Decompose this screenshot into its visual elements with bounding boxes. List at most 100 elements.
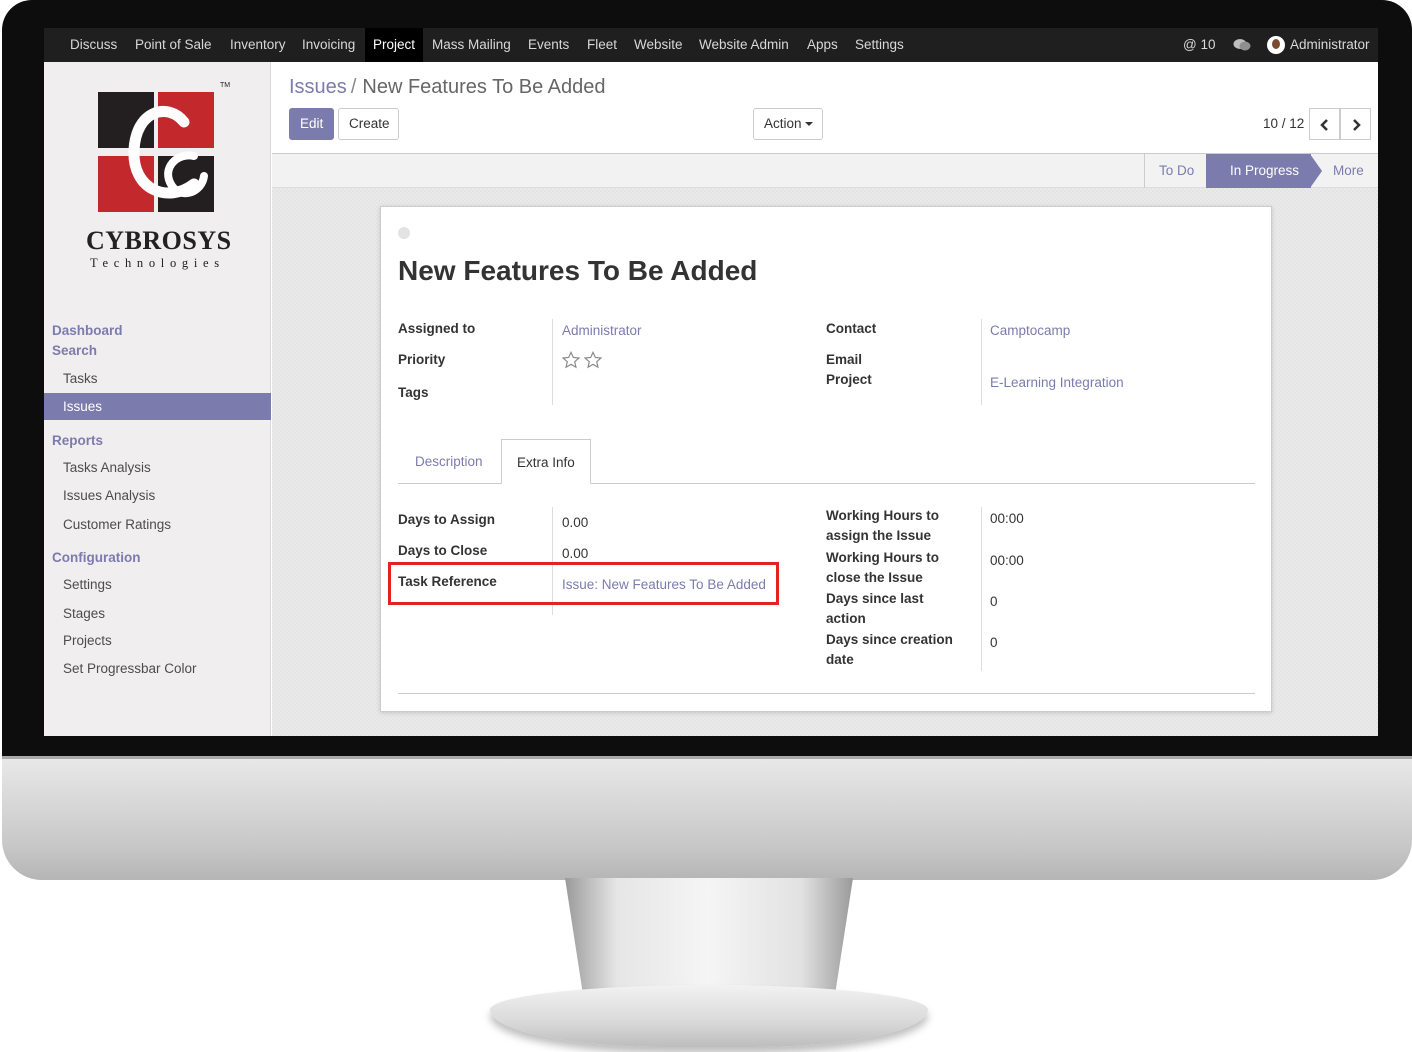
- main-navbar: Discuss Point of Sale Inventory Invoicin…: [44, 28, 1378, 62]
- sidebar-item-customer-ratings[interactable]: Customer Ratings: [44, 511, 271, 538]
- stage-arrow: [1310, 154, 1322, 188]
- working-hours-assign-label-line2: assign the Issue: [826, 528, 932, 543]
- stage-todo[interactable]: To Do: [1159, 154, 1194, 188]
- status-bar: To Do In Progress More: [272, 154, 1378, 188]
- sidebar-item-stages[interactable]: Stages: [44, 600, 271, 627]
- breadcrumb-issues-link[interactable]: Issues: [289, 76, 347, 98]
- menu-point-of-sale[interactable]: Point of Sale: [135, 28, 212, 62]
- sidebar-item-tasks-analysis[interactable]: Tasks Analysis: [44, 454, 271, 481]
- monitor-chin: [2, 756, 1412, 880]
- project-label: Project: [826, 372, 872, 387]
- email-label: Email: [826, 352, 863, 367]
- sidebar-item-progressbar-color[interactable]: Set Progressbar Color: [44, 655, 271, 682]
- days-creation-value: 0: [990, 635, 998, 650]
- working-hours-assign-label-line1: Working Hours to: [826, 508, 939, 523]
- pager-value: 10 / 12: [1263, 116, 1305, 131]
- days-to-assign-label: Days to Assign: [398, 512, 496, 527]
- sidebar-dashboard[interactable]: Dashboard: [52, 323, 123, 338]
- menu-apps[interactable]: Apps: [807, 28, 838, 62]
- caret-down-icon: [804, 122, 813, 127]
- chat-icon[interactable]: [1233, 28, 1251, 62]
- assigned-to-value[interactable]: Administrator: [562, 323, 642, 338]
- monitor-stand-neck: [565, 878, 853, 990]
- company-logo: [98, 92, 230, 222]
- create-button[interactable]: Create: [338, 108, 399, 140]
- days-creation-label-line1: Days since creation: [826, 632, 953, 647]
- task-reference-highlight: [388, 562, 779, 605]
- kanban-state-dot[interactable]: [398, 227, 410, 239]
- notifications-counter[interactable]: @ 10: [1183, 28, 1215, 62]
- field-divider: [552, 319, 553, 405]
- menu-inventory[interactable]: Inventory: [230, 28, 286, 62]
- user-name: Administrator: [1290, 37, 1370, 52]
- pager-previous-button[interactable]: [1309, 108, 1340, 140]
- working-hours-close-label: Working Hours to close the Issue: [826, 548, 939, 588]
- working-hours-close-label-line1: Working Hours to: [826, 550, 939, 565]
- days-to-close-label: Days to Close: [398, 543, 488, 558]
- pager-next-button[interactable]: [1340, 108, 1371, 140]
- days-last-action-label-line2: action: [826, 611, 866, 626]
- action-label: Action: [764, 116, 802, 131]
- stage-in-progress[interactable]: In Progress: [1206, 154, 1312, 188]
- menu-website[interactable]: Website: [634, 28, 683, 62]
- tab-description[interactable]: Description: [415, 439, 483, 484]
- sidebar-item-issues[interactable]: Issues: [44, 393, 271, 420]
- days-to-close-value: 0.00: [562, 546, 589, 561]
- tags-label: Tags: [398, 385, 429, 400]
- issue-title[interactable]: New Features To Be Added: [398, 255, 757, 287]
- sidebar-search-heading[interactable]: Search: [52, 343, 97, 358]
- chevron-right-icon: [1353, 119, 1361, 131]
- menu-website-admin[interactable]: Website Admin: [699, 28, 789, 62]
- priority-star-icon[interactable]: [584, 351, 602, 369]
- days-to-assign-value: 0.00: [562, 515, 589, 530]
- menu-settings[interactable]: Settings: [855, 28, 904, 62]
- stage-more-dropdown[interactable]: More: [1333, 154, 1364, 188]
- field-divider: [981, 319, 982, 405]
- avatar: [1267, 36, 1285, 55]
- sidebar-item-tasks[interactable]: Tasks: [44, 365, 271, 392]
- working-hours-assign-value: 00:00: [990, 511, 1024, 526]
- sidebar: TM CYBROSYS Technologies Dashboard Searc…: [44, 62, 271, 736]
- field-divider: [981, 507, 982, 671]
- action-dropdown[interactable]: Action: [753, 108, 823, 140]
- menu-invoicing[interactable]: Invoicing: [302, 28, 355, 62]
- working-hours-close-value: 00:00: [990, 553, 1024, 568]
- menu-fleet[interactable]: Fleet: [587, 28, 617, 62]
- breadcrumb-current: New Features To Be Added: [362, 76, 606, 98]
- days-last-action-label: Days since last action: [826, 589, 924, 629]
- user-menu[interactable]: Administrator: [1267, 28, 1370, 62]
- assigned-to-label: Assigned to: [398, 321, 476, 336]
- stage-separator: [1144, 154, 1145, 188]
- priority-star-icon[interactable]: [562, 351, 580, 369]
- days-last-action-value: 0: [990, 594, 998, 609]
- edit-button[interactable]: Edit: [289, 108, 334, 140]
- working-hours-assign-label: Working Hours to assign the Issue: [826, 506, 939, 546]
- menu-mass-mailing[interactable]: Mass Mailing: [432, 28, 511, 62]
- priority-label: Priority: [398, 352, 446, 367]
- tab-extra-info[interactable]: Extra Info: [501, 439, 591, 484]
- sidebar-configuration-heading[interactable]: Configuration: [52, 550, 140, 565]
- sidebar-item-projects[interactable]: Projects: [44, 627, 271, 654]
- breadcrumb: Issues / New Features To Be Added: [289, 76, 606, 99]
- days-creation-label-line2: date: [826, 652, 854, 667]
- menu-events[interactable]: Events: [528, 28, 569, 62]
- menu-project[interactable]: Project: [365, 28, 424, 62]
- form-bottom-divider: [398, 693, 1255, 694]
- chevron-left-icon: [1320, 119, 1328, 131]
- logo-trademark: TM: [220, 82, 231, 89]
- logo-name: CYBROSYS: [86, 226, 232, 255]
- contact-value[interactable]: Camptocamp: [990, 323, 1070, 338]
- logo-subtitle: Technologies: [90, 256, 225, 270]
- breadcrumb-separator: /: [350, 76, 357, 98]
- screen: Discuss Point of Sale Inventory Invoicin…: [44, 28, 1378, 736]
- sidebar-reports-heading[interactable]: Reports: [52, 433, 103, 448]
- sidebar-item-settings[interactable]: Settings: [44, 571, 271, 598]
- project-value[interactable]: E-Learning Integration: [990, 375, 1124, 390]
- control-panel: Issues / New Features To Be Added Edit Cre…: [272, 62, 1378, 154]
- days-creation-label: Days since creation date: [826, 630, 953, 670]
- working-hours-close-label-line2: close the Issue: [826, 570, 923, 585]
- form-sheet: New Features To Be Added Assigned to Adm…: [380, 206, 1272, 712]
- sidebar-item-issues-analysis[interactable]: Issues Analysis: [44, 482, 271, 509]
- menu-discuss[interactable]: Discuss: [70, 28, 117, 62]
- monitor-stand-base: [490, 985, 928, 1047]
